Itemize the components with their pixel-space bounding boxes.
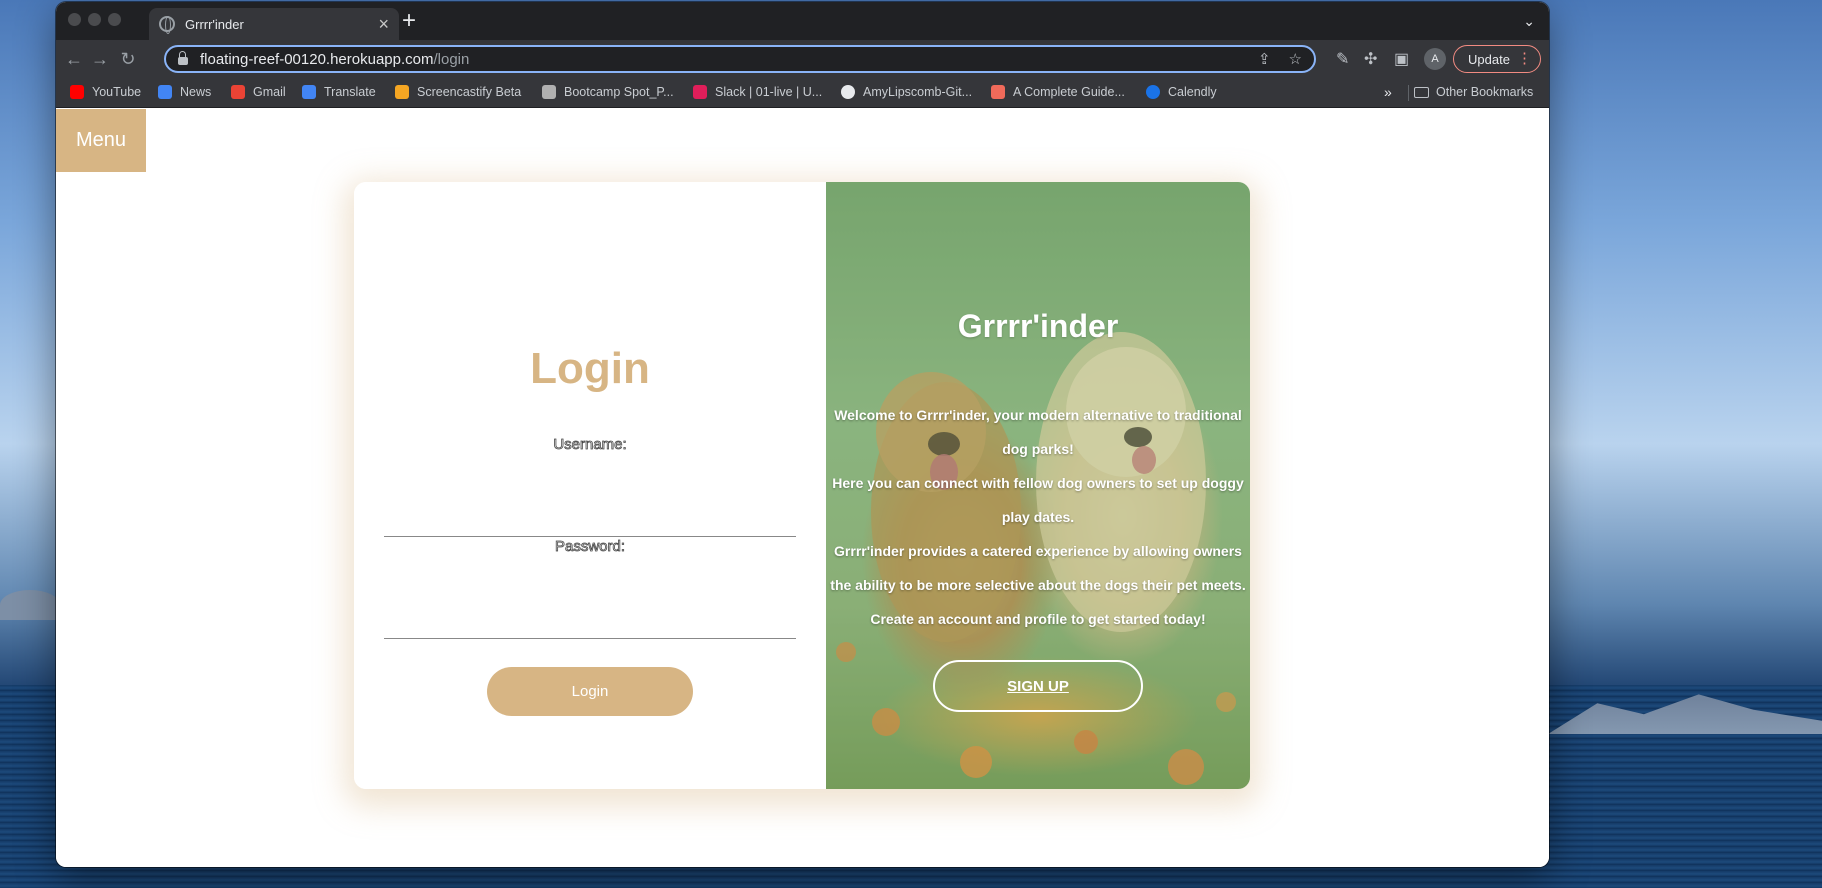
password-input[interactable] xyxy=(384,599,796,639)
welcome-text: Welcome to Grrrr'inder, your modern alte… xyxy=(828,398,1248,636)
web-page: Menu Login Username: Password: Login Grr… xyxy=(56,109,1549,867)
bookmark-other[interactable]: Other Bookmarks xyxy=(1414,85,1533,99)
avatar[interactable]: A xyxy=(1424,48,1446,70)
folder-icon xyxy=(1414,86,1429,98)
bookmark-screencastify[interactable]: Screencastify Beta xyxy=(395,85,521,99)
welcome-line-2: Here you can connect with fellow dog own… xyxy=(832,475,1244,525)
url-host: floating-reef-00120.herokuapp.com xyxy=(200,50,434,68)
chevron-down-icon[interactable]: ⌄ xyxy=(1523,13,1535,30)
welcome-line-3: Grrrr'inder provides a catered experienc… xyxy=(830,543,1246,593)
share-icon[interactable]: ⇪ xyxy=(1258,50,1271,68)
gmail-icon xyxy=(231,85,245,99)
guide-icon xyxy=(991,85,1005,99)
back-icon[interactable]: ← xyxy=(62,47,86,71)
login-button[interactable]: Login xyxy=(487,667,693,716)
login-panel: Login Username: Password: Login xyxy=(354,182,826,789)
desktop-mountain-left xyxy=(0,590,60,620)
side-panel-icon[interactable]: ▣ xyxy=(1394,49,1409,69)
username-input[interactable] xyxy=(384,497,796,537)
url-path: /login xyxy=(433,50,470,68)
screencastify-icon xyxy=(395,85,409,99)
more-icon: ⋮ xyxy=(1517,50,1532,67)
bookmark-news[interactable]: News xyxy=(158,85,211,99)
login-title: Login xyxy=(530,344,650,393)
slack-icon xyxy=(693,85,707,99)
bookmarks-divider xyxy=(1408,85,1409,101)
youtube-icon xyxy=(70,85,84,99)
close-window-button[interactable] xyxy=(68,13,81,26)
brand-title: Grrrr'inder xyxy=(957,308,1119,344)
bootcamp-icon xyxy=(542,85,556,99)
reload-icon[interactable]: ↻ xyxy=(116,47,140,71)
bookmark-guide[interactable]: A Complete Guide... xyxy=(991,85,1125,99)
calendly-icon xyxy=(1146,85,1160,99)
forward-icon[interactable]: → xyxy=(88,47,112,71)
globe-icon xyxy=(159,16,175,34)
tab-title: Grrrr'inder xyxy=(185,16,244,32)
update-button[interactable]: Update ⋮ xyxy=(1453,45,1541,73)
password-label: Password: xyxy=(554,538,626,556)
update-label: Update xyxy=(1468,51,1510,67)
minimize-window-button[interactable] xyxy=(88,13,101,26)
tab-strip: Grrrr'inder × + ⌄ xyxy=(56,2,1549,40)
new-tab-icon[interactable]: + xyxy=(402,9,416,33)
menu-button[interactable]: Menu xyxy=(56,109,146,172)
extension-edit-icon[interactable]: ✎ xyxy=(1336,49,1349,69)
username-label: Username: xyxy=(553,436,627,454)
bookmark-gmail[interactable]: Gmail xyxy=(231,85,286,99)
welcome-line-4: Create an account and profile to get sta… xyxy=(870,611,1206,627)
bookmark-youtube[interactable]: YouTube xyxy=(70,85,141,99)
browser-toolbar: ← → ↻ floating-reef-00120.herokuapp.com … xyxy=(56,40,1549,78)
puzzle-icon[interactable]: ✣ xyxy=(1364,49,1377,69)
bookmark-bootcamp[interactable]: Bootcamp Spot_P... xyxy=(542,85,674,99)
github-icon xyxy=(841,85,855,99)
bookmark-github[interactable]: AmyLipscomb-Git... xyxy=(841,85,972,99)
more-bookmarks-icon[interactable]: » xyxy=(1384,84,1392,100)
browser-tab[interactable]: Grrrr'inder × xyxy=(149,8,399,40)
lock-icon xyxy=(178,51,188,65)
translate-icon xyxy=(302,85,316,99)
maximize-window-button[interactable] xyxy=(108,13,121,26)
bookmarks-bar: YouTube News Gmail Translate Screencasti… xyxy=(56,78,1549,108)
bookmark-slack[interactable]: Slack | 01-live | U... xyxy=(693,85,822,99)
promo-panel: Grrrr'inder Welcome to Grrrr'inder, your… xyxy=(826,182,1250,789)
signup-button[interactable]: SIGN UP xyxy=(933,660,1143,712)
news-icon xyxy=(158,85,172,99)
close-tab-icon[interactable]: × xyxy=(378,15,389,33)
browser-window: Grrrr'inder × + ⌄ ← → ↻ floating-reef-00… xyxy=(56,2,1549,867)
star-icon[interactable]: ☆ xyxy=(1289,50,1302,68)
welcome-line-1: Welcome to Grrrr'inder, your modern alte… xyxy=(834,407,1242,457)
login-card: Login Username: Password: Login Grrrr'in… xyxy=(354,182,1250,789)
bookmark-calendly[interactable]: Calendly xyxy=(1146,85,1217,99)
bookmark-translate[interactable]: Translate xyxy=(302,85,376,99)
address-bar[interactable]: floating-reef-00120.herokuapp.com /login… xyxy=(164,45,1316,73)
